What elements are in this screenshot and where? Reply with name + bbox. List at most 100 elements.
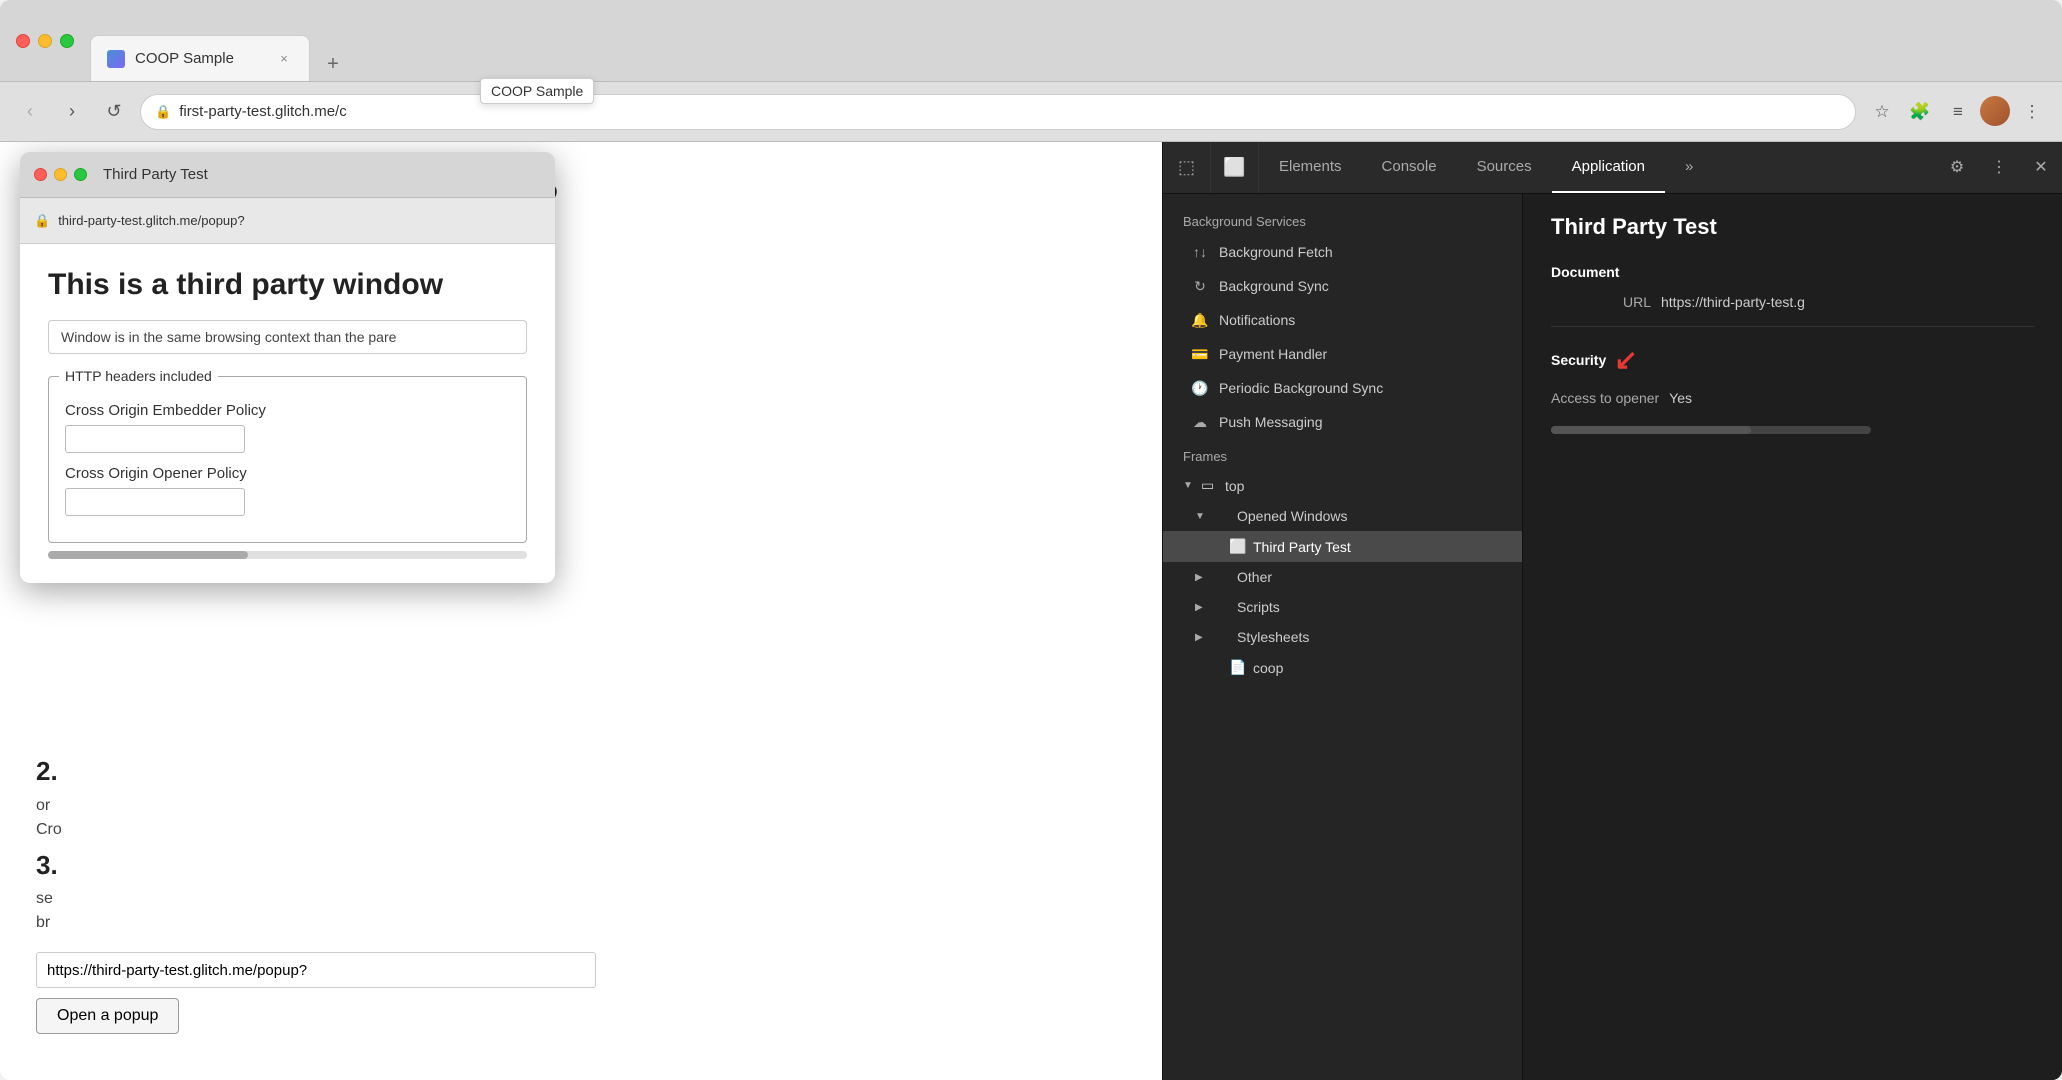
devtools-more-button[interactable]: ⋮ [1978, 142, 2020, 193]
other-arrow: ▶ [1195, 572, 1207, 583]
popup-window-title: Third Party Test [103, 166, 208, 183]
background-services-title: Background Services [1163, 204, 1522, 235]
popup-nav: 🔒 third-party-test.glitch.me/popup? [20, 198, 555, 244]
popup-coop-label: Cross Origin Opener Policy [65, 465, 510, 482]
top-frame-icon: ▭ [1201, 477, 1219, 494]
browser-window: COOP Sample × + ‹ › ↺ 🔒 first-party-test… [0, 0, 2062, 1080]
coop-file-icon: 📄 [1229, 659, 1247, 676]
popup-body: This is a third party window Window is i… [20, 244, 555, 583]
profile-button[interactable]: ≡ [1942, 96, 1974, 128]
popup-traffic-lights [34, 168, 87, 181]
devtools-close-button[interactable]: ✕ [2020, 142, 2062, 193]
sidebar-item-background-fetch[interactable]: ↑↓ Background Fetch [1163, 235, 1522, 269]
frames-title: Frames [1163, 439, 1522, 470]
reload-button[interactable]: ↺ [98, 96, 130, 128]
devtools-inspect-icon[interactable]: ⬚ [1163, 142, 1211, 193]
background-sync-icon: ↻ [1191, 277, 1209, 295]
top-arrow: ▼ [1183, 480, 1195, 491]
tab-console[interactable]: Console [1362, 142, 1457, 193]
user-avatar[interactable] [1980, 96, 2010, 126]
tree-item-stylesheets[interactable]: ▶ Stylesheets [1163, 622, 1522, 652]
tree-item-other[interactable]: ▶ Other [1163, 562, 1522, 592]
main-area: 1. Load this page with a COOP he Cro htt… [0, 142, 2062, 1080]
periodic-sync-icon: 🕐 [1191, 379, 1209, 397]
tab-application[interactable]: Application [1552, 142, 1665, 193]
url-section: https://third-party-test.glitch.me/popup… [36, 952, 1126, 1034]
popup-legend: HTTP headers included [59, 368, 218, 384]
payment-handler-icon: 💳 [1191, 345, 1209, 363]
tree-item-third-party-test[interactable]: ⬜ Third Party Test [1163, 531, 1522, 562]
forward-button[interactable]: › [56, 96, 88, 128]
popup-titlebar: Third Party Test [20, 152, 555, 198]
lock-icon: 🔒 [155, 104, 171, 120]
red-arrow-icon: ↙ [1614, 343, 1637, 376]
devtools-device-icon[interactable]: ⬜ [1211, 142, 1259, 193]
third-party-icon: ⬜ [1229, 538, 1247, 555]
access-opener-value: Yes [1669, 390, 2034, 406]
address-text: first-party-test.glitch.me/c [179, 103, 1841, 120]
tree-item-scripts[interactable]: ▶ Scripts [1163, 592, 1522, 622]
popup-fieldset: HTTP headers included Cross Origin Embed… [48, 368, 527, 543]
devtools-content: Background Services ↑↓ Background Fetch … [1163, 194, 2062, 1080]
menu-button[interactable]: ⋮ [2016, 96, 2048, 128]
popup-scrollbar[interactable] [48, 551, 527, 559]
push-messaging-icon: ☁ [1191, 413, 1209, 431]
new-tab-button[interactable]: + [316, 47, 350, 81]
sidebar-item-notifications[interactable]: 🔔 Notifications [1163, 303, 1522, 337]
popup-url-text: third-party-test.glitch.me/popup? [58, 213, 244, 228]
nav-bar: ‹ › ↺ 🔒 first-party-test.glitch.me/c ☆ 🧩… [0, 82, 2062, 142]
tree-item-opened-windows[interactable]: ▼ Opened Windows [1163, 501, 1522, 531]
popup-scrollbar-thumb [48, 551, 248, 559]
url-field[interactable]: https://third-party-test.glitch.me/popup… [36, 952, 596, 988]
popup-heading: This is a third party window [48, 268, 527, 302]
tab-more[interactable]: » [1665, 142, 1713, 193]
traffic-lights [16, 34, 74, 48]
tree-item-top[interactable]: ▼ ▭ top [1163, 470, 1522, 501]
tree-item-coop[interactable]: 📄 coop [1163, 652, 1522, 683]
sidebar-item-periodic-bg-sync[interactable]: 🕐 Periodic Background Sync [1163, 371, 1522, 405]
popup-minimize-light[interactable] [54, 168, 67, 181]
page-step2: 2. [36, 755, 1126, 789]
open-popup-button[interactable]: Open a popup [36, 998, 179, 1034]
nav-actions: ☆ 🧩 ≡ ⋮ [1866, 96, 2048, 128]
popup-maximize-light[interactable] [74, 168, 87, 181]
tab-favicon [107, 50, 125, 68]
back-button[interactable]: ‹ [14, 96, 46, 128]
active-tab[interactable]: COOP Sample × [90, 35, 310, 81]
tabs-bar: COOP Sample × + [90, 0, 350, 81]
sidebar-item-push-messaging[interactable]: ☁ Push Messaging [1163, 405, 1522, 439]
document-section-header: Document [1551, 264, 2034, 280]
divider [1551, 326, 2034, 327]
stylesheets-arrow: ▶ [1195, 632, 1207, 643]
popup-coep-input[interactable] [65, 425, 245, 453]
sidebar-item-background-sync[interactable]: ↻ Background Sync [1163, 269, 1522, 303]
tab-sources[interactable]: Sources [1457, 142, 1552, 193]
minimize-traffic-light[interactable] [38, 34, 52, 48]
devtools-settings-button[interactable]: ⚙ [1936, 142, 1978, 193]
popup-info-box: Window is in the same browsing context t… [48, 320, 527, 354]
extensions-button[interactable]: 🧩 [1904, 96, 1936, 128]
maximize-traffic-light[interactable] [60, 34, 74, 48]
address-bar[interactable]: 🔒 first-party-test.glitch.me/c [140, 94, 1856, 130]
url-row-value: https://third-party-test.g [1661, 294, 2034, 310]
page-step3-line2: se [36, 890, 1126, 908]
page-content: 1. Load this page with a COOP he Cro htt… [0, 142, 1162, 1080]
popup-window: Third Party Test 🔒 third-party-test.glit… [20, 152, 555, 583]
page-cro2: Cro [36, 821, 1126, 839]
step2-area: 2. or Cro [36, 755, 1126, 839]
dt-progress-thumb [1551, 426, 1751, 434]
url-row: URL https://third-party-test.g [1551, 294, 2034, 310]
dt-progress-bar[interactable] [1551, 426, 1871, 434]
page-step3: 3. [36, 849, 1126, 883]
popup-close-light[interactable] [34, 168, 47, 181]
opened-windows-arrow: ▼ [1195, 511, 1207, 522]
access-opener-label: Access to opener [1551, 390, 1659, 406]
popup-coop-input[interactable] [65, 488, 245, 516]
close-traffic-light[interactable] [16, 34, 30, 48]
bookmark-button[interactable]: ☆ [1866, 96, 1898, 128]
sidebar-item-payment-handler[interactable]: 💳 Payment Handler [1163, 337, 1522, 371]
tab-elements[interactable]: Elements [1259, 142, 1362, 193]
security-section-header: Security ↙ [1551, 343, 2034, 376]
tab-close-button[interactable]: × [275, 50, 293, 68]
step3-area: 3. se br [36, 849, 1126, 933]
